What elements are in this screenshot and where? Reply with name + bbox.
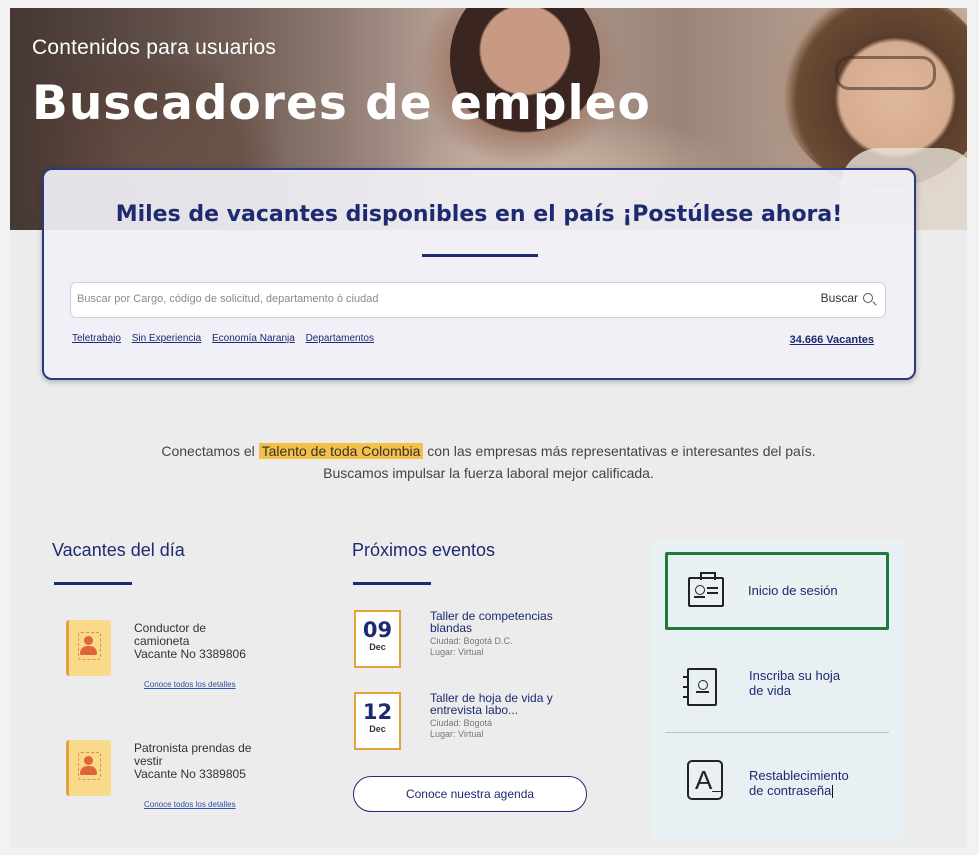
search-icon xyxy=(863,293,873,303)
event-card[interactable]: 09 Dec Taller de competencias blandas Ci… xyxy=(354,610,614,680)
hero-subtitle: Contenidos para usuarios xyxy=(32,36,277,59)
link-teletrabajo[interactable]: Teletrabajo xyxy=(72,333,121,344)
vacancies-divider xyxy=(54,582,132,585)
person-icon xyxy=(66,740,111,796)
reset-password-label: Restablecimiento xyxy=(749,768,849,783)
text-field-icon: A_ xyxy=(687,760,723,800)
vacancy-details-link[interactable]: Conoce todos los detalles xyxy=(144,680,236,689)
link-economia-naranja[interactable]: Economía Naranja xyxy=(212,333,295,344)
page: Contenidos para usuarios Buscadores de e… xyxy=(10,8,967,848)
event-city: Ciudad: Bogotá D.C. xyxy=(430,636,513,646)
quick-links: Teletrabajo Sin Experiencia Economía Nar… xyxy=(72,333,382,344)
tagline: Conectamos el Talento de toda Colombia c… xyxy=(10,440,967,484)
vacancy-number: Vacante No 3389806 xyxy=(134,647,246,661)
event-city: Ciudad: Bogotá xyxy=(430,718,493,728)
link-sin-experiencia[interactable]: Sin Experiencia xyxy=(132,333,201,344)
event-place: Lugar: Virtual xyxy=(430,729,484,739)
headline-divider xyxy=(422,254,538,257)
search-input[interactable]: Buscar por Cargo, código de solicitud, d… xyxy=(77,293,378,305)
link-departamentos[interactable]: Departamentos xyxy=(306,333,374,344)
event-title: Taller de competencias blandas xyxy=(430,609,553,635)
login-label: Inicio de sesión xyxy=(748,583,838,598)
register-cv-label: Inscriba su hoja xyxy=(749,668,841,683)
user-actions-panel: Inicio de sesión Inscriba su hoja de vid… xyxy=(651,540,905,842)
person-icon xyxy=(66,620,111,676)
hero-title: Buscadores de empleo xyxy=(32,76,651,131)
events-divider xyxy=(353,582,431,585)
event-title: Taller de hoja de vida y entrevista labo… xyxy=(430,691,553,717)
vacancy-name: Conductor de xyxy=(134,621,207,635)
vacancy-card[interactable]: Patronista prendas de vestir Vacante No … xyxy=(66,740,296,820)
register-cv-button[interactable]: Inscriba su hoja de vida xyxy=(665,654,889,724)
search-box: Buscar por Cargo, código de solicitud, d… xyxy=(70,282,886,318)
events-title: Próximos eventos xyxy=(352,540,496,560)
text-cursor xyxy=(832,785,834,799)
agenda-button[interactable]: Conoce nuestra agenda xyxy=(353,776,587,812)
panel-divider xyxy=(665,732,889,733)
vacancy-name: Patronista prendas de xyxy=(134,741,252,755)
vacancies-title: Vacantes del día xyxy=(52,540,185,560)
vacancy-number: Vacante No 3389805 xyxy=(134,767,246,781)
search-card: Miles de vacantes disponibles en el país… xyxy=(42,168,916,380)
search-button[interactable]: Buscar xyxy=(821,291,873,305)
vacancy-details-link[interactable]: Conoce todos los detalles xyxy=(144,800,236,809)
event-date: 09 Dec xyxy=(354,610,401,668)
contact-book-icon xyxy=(683,668,717,706)
tagline-prefix: Conectamos el xyxy=(161,443,259,459)
vacancy-count-link[interactable]: 34.666 Vacantes xyxy=(785,334,879,349)
search-headline: Miles de vacantes disponibles en el país… xyxy=(115,202,843,227)
id-card-icon xyxy=(688,572,724,607)
search-button-label: Buscar xyxy=(820,291,858,305)
event-place: Lugar: Virtual xyxy=(430,647,484,657)
event-date: 12 Dec xyxy=(354,692,401,750)
reset-password-button[interactable]: A_ Restablecimiento de contraseña xyxy=(665,744,889,814)
tagline-highlight: Talento de toda Colombia xyxy=(258,443,424,459)
login-button[interactable]: Inicio de sesión xyxy=(665,552,889,630)
vacancy-card[interactable]: Conductor de camioneta Vacante No 338980… xyxy=(66,620,296,700)
tagline-line2: Buscamos impulsar la fuerza laboral mejo… xyxy=(323,465,654,481)
tagline-suffix: con las empresas más representativas e i… xyxy=(423,443,816,459)
event-card[interactable]: 12 Dec Taller de hoja de vida y entrevis… xyxy=(354,692,614,762)
